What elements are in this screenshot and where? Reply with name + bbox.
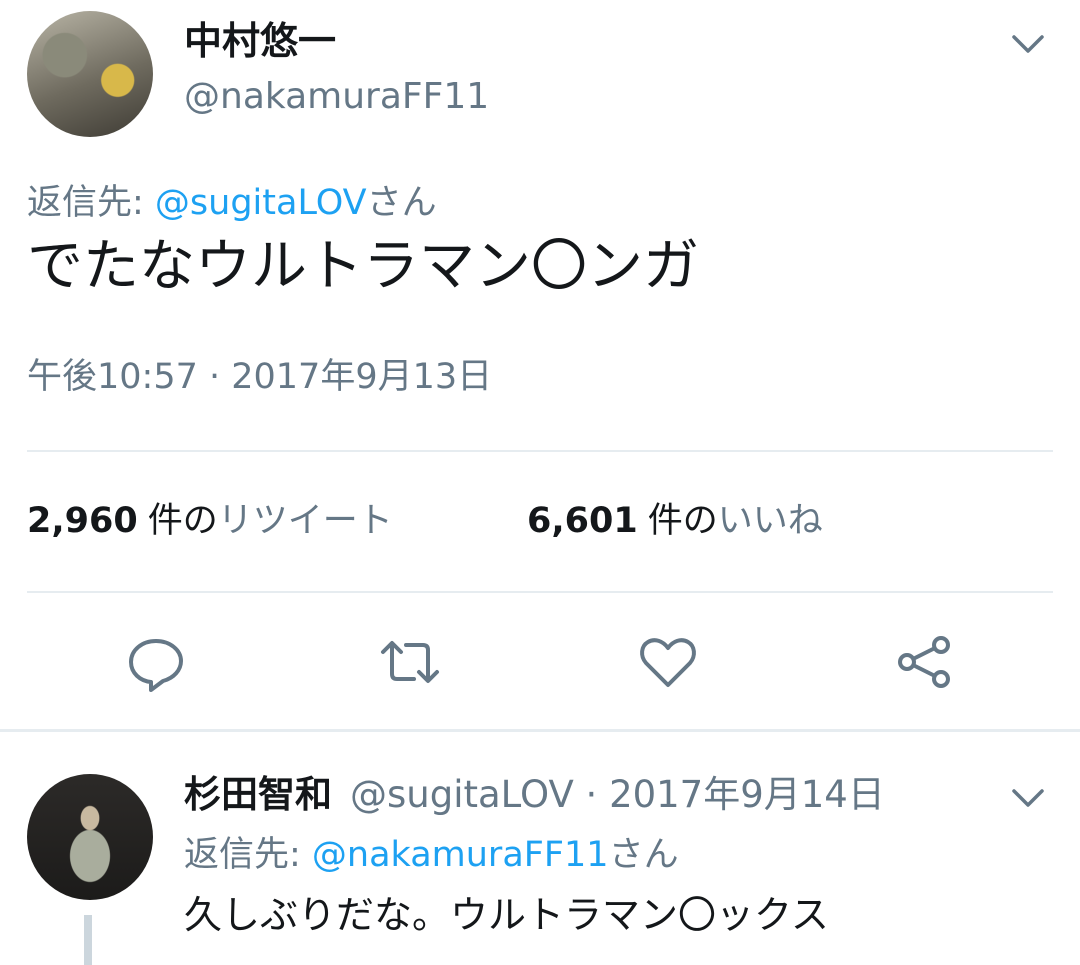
reply-icon[interactable] bbox=[126, 632, 186, 692]
reply-reply-to-line: 返信先: @nakamuraFF11さん bbox=[184, 830, 679, 880]
like-count-prefix: 件の bbox=[647, 501, 718, 541]
divider bbox=[27, 450, 1053, 452]
tweet-timestamp[interactable]: 午後10:57 · 2017年9月13日 bbox=[27, 352, 492, 402]
share-icon[interactable] bbox=[894, 632, 954, 692]
reply-date[interactable]: 2017年9月14日 bbox=[609, 773, 885, 816]
retweet-count-stat[interactable]: 2,960 件のリツイート bbox=[27, 496, 393, 546]
reply-to-suffix: さん bbox=[366, 183, 437, 223]
reply-tweet-text: 久しぶりだな。ウルトラマン〇ックス bbox=[184, 893, 829, 937]
reply-header: 杉田智和 @sugitaLOV · 2017年9月14日 bbox=[184, 770, 885, 820]
retweet-count-prefix: 件の bbox=[147, 501, 218, 541]
retweet-count-label: リツイート bbox=[217, 501, 393, 541]
reply-to-handle-link[interactable]: @sugitaLOV bbox=[155, 183, 367, 223]
like-icon[interactable] bbox=[638, 632, 698, 692]
author-avatar[interactable] bbox=[27, 11, 153, 137]
chevron-down-icon[interactable] bbox=[1008, 778, 1048, 818]
section-divider bbox=[0, 729, 1080, 732]
retweet-icon[interactable] bbox=[380, 632, 440, 692]
author-display-name[interactable]: 中村悠一 bbox=[184, 16, 336, 66]
reply-author-display-name[interactable]: 杉田智和 bbox=[184, 773, 332, 816]
like-count-label: いいね bbox=[717, 501, 823, 541]
like-count: 6,601 bbox=[527, 501, 638, 541]
reply-author-handle[interactable]: @sugitaLOV bbox=[350, 773, 574, 816]
reply-reply-to-prefix: 返信先: bbox=[184, 835, 312, 875]
divider bbox=[27, 591, 1053, 593]
chevron-down-icon[interactable] bbox=[1008, 24, 1048, 64]
retweet-count: 2,960 bbox=[27, 501, 138, 541]
like-count-stat[interactable]: 6,601 件のいいね bbox=[527, 496, 823, 546]
reply-reply-to-handle-link[interactable]: @nakamuraFF11 bbox=[312, 835, 609, 875]
thread-line bbox=[84, 915, 92, 965]
reply-to-prefix: 返信先: bbox=[27, 183, 155, 223]
reply-to-line: 返信先: @sugitaLOVさん bbox=[27, 178, 437, 228]
reply-separator: · bbox=[573, 773, 610, 816]
reply-author-avatar[interactable] bbox=[27, 774, 153, 900]
author-handle[interactable]: @nakamuraFF11 bbox=[184, 72, 489, 122]
reply-reply-to-suffix: さん bbox=[608, 835, 679, 875]
tweet-text: でたなウルトラマン〇ンガ bbox=[27, 234, 699, 299]
